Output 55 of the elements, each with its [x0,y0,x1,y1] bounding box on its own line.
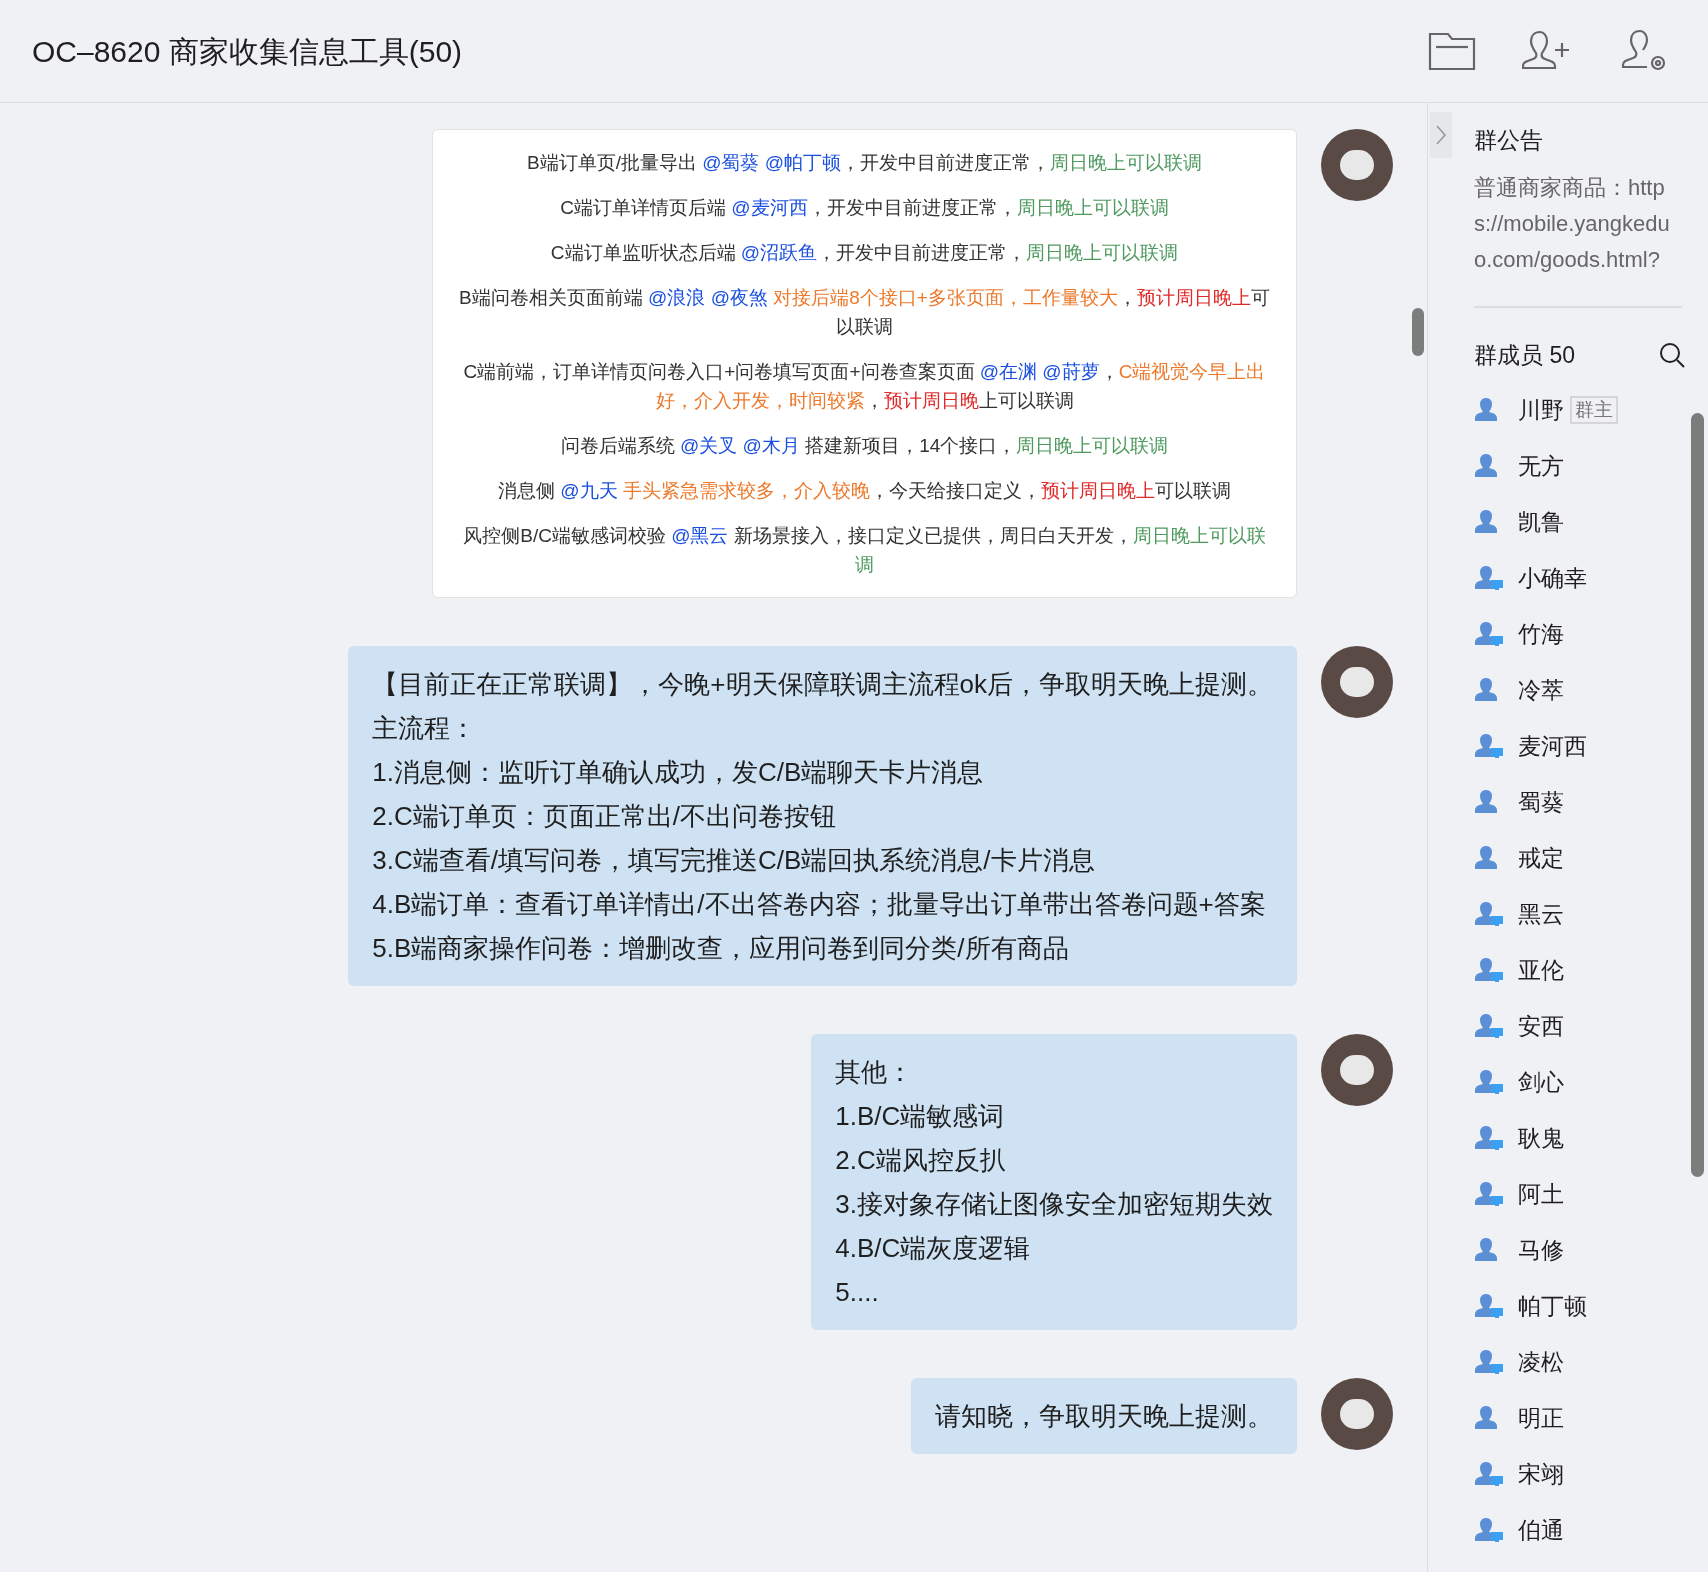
report-line: B端问卷相关页面前端 @浪浪 @夜煞 对接后端8个接口+多张页面，工作量较大，预计周日晚上可以联调 [458,286,1271,339]
scrollbar[interactable] [1412,308,1424,356]
member-name[interactable]: 阿土 [1518,1176,1564,1212]
message-text: 1.B/C端敏感词 [835,1100,1006,1133]
folder-icon[interactable] [1428,31,1476,71]
scrollbar[interactable] [1691,413,1704,1177]
announcement-title: 群公告 [1474,126,1544,155]
report-line: 风控侧B/C端敏感词校验 @黑云 新场景接入，接口定义已提供，周日白天开发，周日晚上可以联调 [462,524,1267,577]
report-line: C端订单详情页后端 @麦河西，开发中目前进度正常，周日晚上可以联调 [560,196,1169,220]
search-icon[interactable] [1658,340,1686,369]
message-text: 2.C端订单页：页面正常出/不出问卷按钮 [372,800,838,833]
window-title: OC–8620 商家收集信息工具(50) [32,33,463,70]
member-name[interactable]: 耿鬼 [1518,1120,1564,1156]
member-name[interactable]: 戒定 [1518,840,1564,876]
member-name[interactable]: 蜀葵 [1518,784,1564,820]
member-name[interactable]: 马修 [1518,1232,1564,1268]
member-name[interactable]: 剑心 [1518,1064,1564,1100]
member-name[interactable]: 凯鲁 [1518,504,1564,540]
member-name[interactable]: 无方 [1518,448,1564,484]
member-name[interactable]: 明正 [1518,1400,1564,1436]
message-text: 4.B端订单：查看订单详情出/不出答卷内容；批量导出订单带出答卷问题+答案 [372,888,1267,921]
member-name[interactable]: 川野 [1518,392,1564,428]
message-text: 主流程： [372,712,478,745]
message-text: 3.C端查看/填写问卷，填写完推送C/B端回执系统消息/卡片消息 [372,844,1096,877]
screenshot-card[interactable] [432,129,1297,598]
message-text: 5.B端商家操作问卷：增删改查，应用问卷到同分类/所有商品 [372,932,1070,965]
members-title: 群成员 50 [1474,340,1575,370]
report-line: B端订单页/批量导出 @蜀葵 @帕丁顿，开发中目前进度正常，周日晚上可以联调 [526,151,1203,175]
member-name[interactable]: 小确幸 [1518,560,1587,596]
member-name[interactable]: 亚伦 [1518,952,1564,988]
announcement-text: 普通商家商品：https://mobile.yangkeduo.com/goods.html? [1474,173,1671,274]
report-line: C端订单监听状态后端 @沼跃鱼，开发中目前进度正常，周日晚上可以联调 [550,241,1179,265]
message-text: 其他： [835,1056,915,1089]
report-line: 消息侧 @九天 手头紧急需求较多，介入较晚，今天给接口定义，预计周日晚上可以联调 [498,479,1231,503]
report-line: 问卷后端系统 @关叉 @木月 搭建新项目，14个接口，周日晚上可以联调 [560,434,1169,458]
report-line: C端前端，订单详情页问卷入口+问卷填写页面+问卷查案页面 @在渊 @莳萝，C端视觉今早上出好，介入开发，时间较紧，预计周日晚上可以联调 [462,360,1267,413]
member-name[interactable]: 麦河西 [1518,728,1587,764]
member-name[interactable]: 竹海 [1518,616,1564,652]
owner-badge: 群主 [1570,396,1618,424]
chevron-right-icon [1435,124,1447,146]
message-text: 3.接对象存储让图像安全加密短期失效 [835,1188,1273,1221]
message-text: 4.B/C端灰度逻辑 [835,1232,1032,1265]
member-name[interactable]: 安西 [1518,1008,1564,1044]
message-text: 1.消息侧：监听订单确认成功，发C/B端聊天卡片消息 [372,756,985,789]
member-name[interactable]: 黑云 [1518,896,1564,932]
member-name[interactable]: 凌松 [1518,1344,1564,1380]
member-name[interactable]: 帕丁顿 [1518,1288,1587,1324]
message-text: 5.... [835,1276,880,1309]
message-text: 2.C端风控反扒 [835,1144,1007,1177]
member-name[interactable]: 宋翊 [1518,1456,1564,1492]
member-settings-icon[interactable] [1620,29,1668,73]
message-text: 【目前正在正常联调】，今晚+明天保障联调主流程ok后，争取明天晚上提测。 [372,668,1273,701]
message-text: 请知晓，争取明天晚上提测。 [935,1400,1273,1433]
member-name[interactable]: 伯通 [1518,1512,1564,1548]
member-name[interactable]: 冷萃 [1518,672,1564,708]
